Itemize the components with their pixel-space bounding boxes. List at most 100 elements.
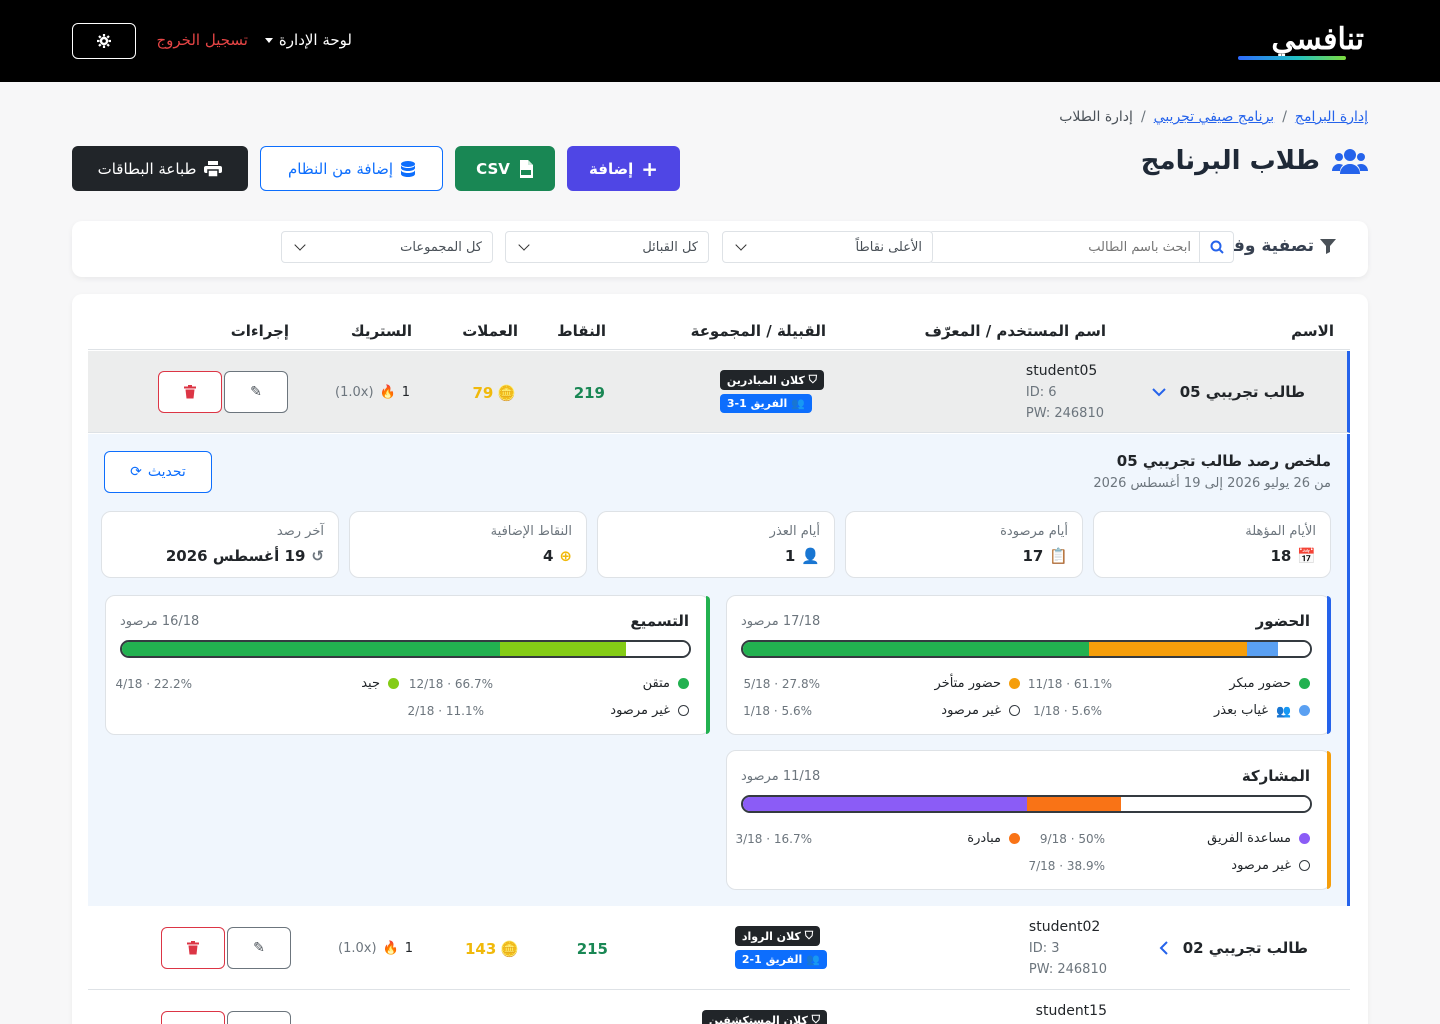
table-row[interactable]: طالب تجريبي 02 student02 ID: 3 PW: 24681… bbox=[88, 907, 1350, 990]
student-name-cell[interactable]: طالب تجريبي 05 bbox=[1151, 383, 1305, 401]
stat-label: الأيام المؤهلة bbox=[1245, 524, 1316, 539]
edit-student-button[interactable]: ✎ bbox=[227, 927, 291, 969]
breadcrumb-programs-link[interactable]: إدارة البرامج bbox=[1295, 109, 1368, 125]
group-badge: 👥 الفريق 1-2 bbox=[734, 950, 827, 969]
breadcrumb-program-link[interactable]: برنامج صيفي تجريبي bbox=[1154, 109, 1275, 125]
logout-link[interactable]: تسجيل الخروج bbox=[156, 31, 248, 49]
legend-item: حضور متأخر bbox=[934, 676, 1020, 691]
student-name: طالب تجريبي 05 bbox=[1179, 383, 1305, 401]
legend-item: متقن bbox=[643, 676, 689, 691]
stat-label: آخر رصد bbox=[276, 524, 324, 539]
user-password: PW: 246810 bbox=[1025, 406, 1104, 421]
progress-segment bbox=[626, 642, 689, 656]
tribe-select[interactable]: كل القبائل bbox=[505, 231, 709, 263]
search-icon[interactable] bbox=[1199, 232, 1233, 262]
legend-value: 5.6% · 1/18 bbox=[743, 704, 812, 718]
group-badge: 👥 الفريق 1-3 bbox=[719, 394, 813, 413]
stat-card: آخر رصد ↺ 19 أغسطس 2026 bbox=[101, 511, 339, 578]
user-info-cell: student05 ID: 6 PW: 246810 bbox=[1026, 361, 1104, 424]
tribe-badge: ⛉ كلان الرواد bbox=[734, 926, 821, 946]
filter-icon bbox=[1320, 239, 1336, 254]
caret-down-icon bbox=[264, 37, 273, 43]
delete-student-button[interactable] bbox=[158, 371, 222, 413]
legend-label: غير مرصود bbox=[941, 703, 1001, 718]
stat-value: 1 bbox=[784, 547, 796, 565]
add-student-button[interactable]: + إضافة bbox=[567, 146, 680, 191]
detail-date-range: من 26 يوليو 2026 إلى 19 أغسطس 2026 bbox=[1093, 476, 1331, 491]
streak-value: 1 bbox=[404, 941, 413, 956]
brand-logo[interactable]: تنافسي bbox=[1234, 22, 1365, 62]
sort-select-value: الأعلى نقاطاً bbox=[855, 239, 922, 255]
stat-value: 17 bbox=[1022, 547, 1044, 565]
users-icon bbox=[1332, 149, 1368, 174]
shield-icon: ⛉ bbox=[808, 373, 817, 386]
legend-label: متقن bbox=[642, 676, 670, 691]
plus-icon: + bbox=[641, 156, 658, 181]
stat-label: النقاط الإضافية bbox=[490, 524, 572, 539]
users-icon: 👥 bbox=[791, 397, 806, 410]
header-name: الاسم bbox=[1291, 322, 1334, 340]
theme-toggle-button[interactable] bbox=[72, 23, 136, 59]
detail-title: ملخص رصد طالب تجريبي 05 bbox=[1116, 452, 1331, 470]
legend-value: 5.6% · 1/18 bbox=[1033, 704, 1102, 718]
chevron-down-icon[interactable] bbox=[1151, 387, 1166, 397]
refresh-icon: ⟳ bbox=[130, 464, 142, 480]
delete-student-button[interactable] bbox=[161, 1011, 225, 1024]
legend-dot bbox=[1299, 678, 1310, 689]
delete-student-button[interactable] bbox=[161, 927, 225, 969]
tribe-badge-label: كلان الرواد bbox=[741, 929, 801, 943]
legend-dot bbox=[678, 705, 689, 716]
sort-select[interactable]: الأعلى نقاطاً bbox=[722, 231, 933, 263]
legend-dot bbox=[1009, 833, 1020, 844]
legend-label: مبادرة bbox=[967, 831, 1001, 846]
admin-dashboard-label: لوحة الإدارة bbox=[278, 31, 352, 49]
points-value: 215 bbox=[576, 940, 608, 958]
progress-segment bbox=[122, 642, 501, 656]
coins-cell: 🪙 143 bbox=[465, 940, 519, 958]
stat-card: الأيام المؤهلة 📅 18 bbox=[1093, 511, 1331, 578]
coins-icon: 🪙 bbox=[500, 940, 519, 958]
streak-multiplier: (1.0x) bbox=[338, 941, 377, 956]
stat-value: 19 أغسطس 2026 bbox=[165, 547, 306, 565]
stat-value-row: ↺ 19 أغسطس 2026 bbox=[166, 547, 324, 565]
group-select-value: كل المجموعات bbox=[400, 239, 482, 255]
legend-label: حضور متأخر bbox=[934, 676, 1002, 691]
group-select[interactable]: كل المجموعات bbox=[281, 231, 493, 263]
legend-value: 61.1% · 11/18 bbox=[1027, 677, 1112, 691]
username: student05 bbox=[1025, 363, 1098, 379]
refresh-button[interactable]: تحديث ⟳ bbox=[104, 451, 212, 493]
page-title: طلاب البرنامج bbox=[1141, 146, 1368, 176]
search-input[interactable] bbox=[930, 232, 1199, 262]
progress-segment bbox=[1121, 797, 1310, 811]
add-from-system-button[interactable]: إضافة من النظام bbox=[260, 146, 443, 191]
coins-value: 79 bbox=[472, 384, 494, 402]
print-cards-button[interactable]: طباعة البطاقات bbox=[72, 146, 248, 191]
edit-student-button[interactable] bbox=[227, 1011, 291, 1024]
admin-dashboard-dropdown[interactable]: لوحة الإدارة bbox=[264, 31, 352, 49]
legend-dot bbox=[1299, 705, 1310, 716]
user-info-cell: student15 bbox=[1036, 1001, 1107, 1022]
database-icon bbox=[401, 160, 416, 177]
streak-cell: 1 🔥 (1.0x) bbox=[335, 385, 410, 400]
clipboard-check-icon: 📋 bbox=[1049, 547, 1068, 565]
attendance-title: الحضور bbox=[1255, 612, 1310, 630]
chevron-down-icon bbox=[735, 239, 747, 251]
table-row[interactable]: student15 ⛉ كلان المستكشفين bbox=[88, 991, 1350, 1024]
filter-card: تصفية وفرز: × الأعلى نقاطاً كل القبائل ك… bbox=[72, 221, 1368, 277]
csv-import-button[interactable]: CSV bbox=[455, 146, 555, 191]
points-value: 219 bbox=[573, 384, 605, 402]
participation-count: 11/18 مرصود bbox=[741, 769, 821, 784]
fire-icon: 🔥 bbox=[379, 385, 396, 400]
breadcrumb-current: إدارة الطلاب bbox=[1059, 109, 1133, 125]
recitation-card: التسميع 16/18 مرصود متقن 66.7% · 12/18 ج… bbox=[105, 595, 710, 735]
student-name-cell[interactable]: طالب تجريبي 02 bbox=[1159, 939, 1308, 957]
legend-value: 11.1% · 2/18 bbox=[407, 704, 484, 718]
edit-student-button[interactable]: ✎ bbox=[224, 371, 288, 413]
chevron-left-icon[interactable] bbox=[1159, 941, 1169, 955]
coins-cell: 🪙 79 bbox=[472, 384, 516, 402]
legend-item: 👥 غياب بعذر bbox=[1214, 703, 1310, 718]
breadcrumb-separator: / bbox=[1282, 109, 1287, 125]
table-row[interactable]: طالب تجريبي 05 student05 ID: 6 PW: 24681… bbox=[88, 351, 1350, 433]
legend-item: مساعدة الفريق bbox=[1207, 831, 1310, 846]
stat-label: أيام العذر bbox=[769, 524, 820, 539]
